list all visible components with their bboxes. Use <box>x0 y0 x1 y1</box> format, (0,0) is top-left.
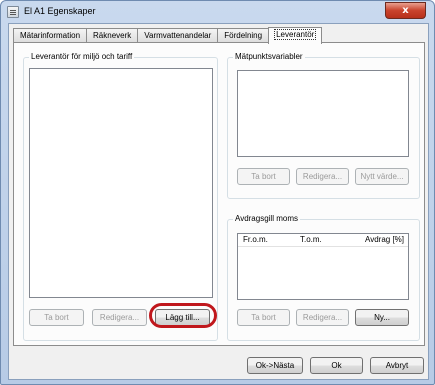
supplier-remove-button[interactable]: Ta bort <box>29 309 84 326</box>
tab-fordelning[interactable]: Fördelning <box>217 28 270 43</box>
tab-label: Leverantör <box>274 29 317 40</box>
meter-point-variables-group: Mätpunktsvariabler Ta bort Redigera... N… <box>227 52 420 199</box>
vat-edit-button[interactable]: Redigera... <box>296 309 349 326</box>
meter-point-new-value-button[interactable]: Nytt värde... <box>355 168 409 185</box>
tab-label: Varmvattenandelar <box>144 31 212 40</box>
window-title: El A1 Egenskaper <box>24 6 96 16</box>
supplier-list[interactable] <box>29 68 213 298</box>
supplier-group: Leverantör för miljö och tariff Ta bort … <box>23 52 218 341</box>
meter-point-variables-list[interactable] <box>237 70 409 157</box>
highlight-ring-annotation <box>149 303 217 328</box>
meter-point-edit-button[interactable]: Redigera... <box>296 168 349 185</box>
ok-button[interactable]: Ok <box>310 357 363 374</box>
tab-label: Räkneverk <box>93 31 132 40</box>
vat-remove-button[interactable]: Ta bort <box>237 309 290 326</box>
column-header-from[interactable]: Fr.o.m. <box>238 234 295 246</box>
close-icon: x <box>402 5 409 16</box>
cancel-button[interactable]: Avbryt <box>370 357 424 374</box>
title-bar[interactable]: El A1 Egenskaper x <box>1 1 434 23</box>
ok-next-button[interactable]: Ok->Nästa <box>247 357 303 374</box>
tab-label: Fördelning <box>224 31 263 40</box>
column-header-deduction[interactable]: Avdrag [%] <box>352 234 408 246</box>
vat-new-button[interactable]: Ny... <box>355 309 409 326</box>
window-icon <box>7 6 19 18</box>
supplier-edit-button[interactable]: Redigera... <box>92 309 147 326</box>
vat-group-label: Avdragsgill moms <box>233 214 300 223</box>
tab-strip: Mätarinformation Räkneverk Varmvattenand… <box>13 27 323 44</box>
meter-point-remove-button[interactable]: Ta bort <box>237 168 290 185</box>
close-button[interactable]: x <box>385 2 426 19</box>
tab-varmvattenandelar[interactable]: Varmvattenandelar <box>137 28 219 43</box>
tab-panel-leverantor: Leverantör för miljö och tariff Ta bort … <box>13 42 425 346</box>
vat-table-header: Fr.o.m. T.o.m. Avdrag [%] <box>238 234 408 247</box>
supplier-group-label: Leverantör för miljö och tariff <box>29 52 135 61</box>
vat-table[interactable]: Fr.o.m. T.o.m. Avdrag [%] <box>237 233 409 300</box>
tab-matarinformation[interactable]: Mätarinformation <box>13 28 88 43</box>
dialog-client-area: Mätarinformation Räkneverk Varmvattenand… <box>8 23 429 380</box>
deductible-vat-group: Avdragsgill moms Fr.o.m. T.o.m. Avdrag [… <box>227 214 420 341</box>
properties-window: El A1 Egenskaper x Mätarinformation Räkn… <box>0 0 435 385</box>
meter-point-group-label: Mätpunktsvariabler <box>233 52 305 61</box>
tab-leverantor[interactable]: Leverantör <box>268 27 323 44</box>
column-header-to[interactable]: T.o.m. <box>295 234 352 246</box>
tab-label: Mätarinformation <box>20 31 81 40</box>
tab-rakneverk[interactable]: Räkneverk <box>86 28 139 43</box>
